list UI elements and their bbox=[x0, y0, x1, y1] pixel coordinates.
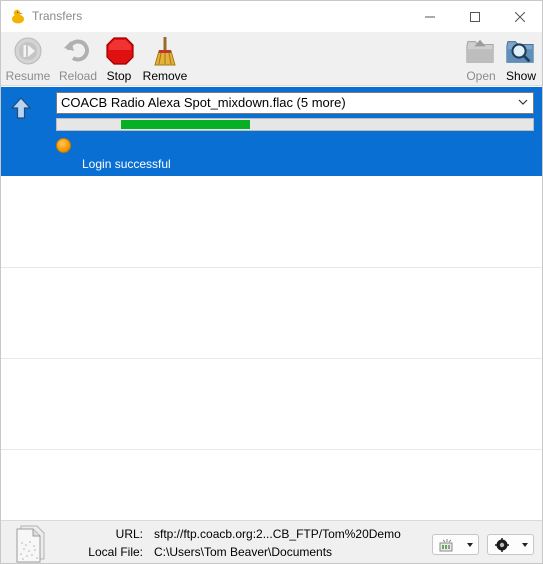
close-icon bbox=[515, 11, 525, 22]
maximize-icon bbox=[470, 11, 480, 22]
transfer-progress-bar bbox=[56, 118, 534, 131]
url-value: sftp://ftp.coacb.org:2...CB_FTP/Tom%20De… bbox=[154, 527, 401, 541]
connections-dropdown[interactable] bbox=[487, 534, 534, 555]
transfer-info-bar: URL: sftp://ftp.coacb.org:2...CB_FTP/Tom… bbox=[1, 520, 542, 563]
local-file-label: Local File: bbox=[88, 545, 143, 559]
transfers-window: Transfers Resume Reload Stop Remove Open… bbox=[0, 0, 543, 564]
resume-button[interactable]: Resume bbox=[5, 34, 51, 84]
broom-icon bbox=[154, 37, 176, 66]
open-button[interactable]: Open bbox=[463, 34, 499, 84]
folder-icon bbox=[466, 39, 494, 63]
list-row-divider bbox=[1, 358, 542, 359]
show-button[interactable]: Show bbox=[503, 34, 539, 84]
status-indicator-icon bbox=[56, 138, 71, 153]
bandwidth-dropdown[interactable] bbox=[432, 534, 479, 555]
dropdown-arrow-icon bbox=[467, 543, 473, 547]
transfer-row-selected[interactable]: COACB Radio Alexa Spot_mixdown.flac (5 m… bbox=[1, 87, 542, 176]
url-label: URL: bbox=[115, 527, 143, 541]
progress-fill bbox=[121, 120, 250, 129]
upload-arrow-icon bbox=[11, 97, 31, 119]
file-select-value: COACB Radio Alexa Spot_mixdown.flac (5 m… bbox=[61, 95, 346, 110]
reload-button[interactable]: Reload bbox=[57, 34, 99, 84]
connections-icon bbox=[495, 538, 509, 552]
maximize-button[interactable] bbox=[452, 1, 498, 32]
stop-label: Stop bbox=[106, 69, 132, 83]
status-text: Login successful bbox=[82, 157, 171, 171]
list-row-divider bbox=[1, 267, 542, 268]
close-button[interactable] bbox=[497, 1, 543, 32]
bandwidth-icon bbox=[439, 539, 453, 552]
file-select[interactable]: COACB Radio Alexa Spot_mixdown.flac (5 m… bbox=[56, 92, 534, 114]
list-row-divider bbox=[1, 449, 542, 450]
remove-label: Remove bbox=[142, 69, 188, 83]
window-title: Transfers bbox=[32, 9, 83, 23]
open-label: Open bbox=[466, 69, 496, 83]
show-label: Show bbox=[505, 69, 537, 83]
chevron-down-icon bbox=[518, 99, 528, 105]
stop-button[interactable]: Stop bbox=[103, 34, 135, 84]
local-file-value: C:\Users\Tom Beaver\Documents bbox=[154, 545, 333, 559]
transfer-list[interactable] bbox=[1, 176, 542, 520]
duck-app-icon bbox=[12, 9, 24, 24]
remove-button[interactable]: Remove bbox=[141, 34, 189, 84]
resume-label: Resume bbox=[5, 69, 51, 83]
stop-icon bbox=[106, 37, 134, 65]
reload-label: Reload bbox=[58, 69, 98, 83]
minimize-button[interactable] bbox=[407, 1, 453, 32]
resume-icon bbox=[14, 37, 42, 65]
title-bar: Transfers bbox=[1, 1, 542, 32]
magnifier-folder-icon bbox=[506, 41, 534, 63]
toolbar: Resume Reload Stop Remove Open Show bbox=[1, 32, 542, 86]
reload-icon bbox=[64, 39, 89, 62]
dropdown-arrow-icon bbox=[522, 543, 528, 547]
minimize-icon bbox=[425, 16, 435, 17]
